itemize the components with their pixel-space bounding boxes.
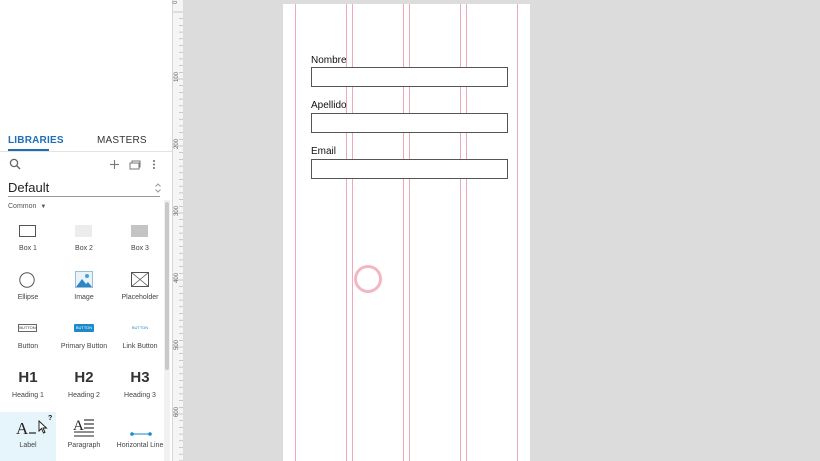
apellido-label: Apellido [311,100,347,111]
widget-label: Box 3 [131,245,149,252]
ruler-ticks [173,11,183,461]
widget-paragraph[interactable]: A Paragraph [56,412,112,461]
heading-3-icon: H3 [130,369,150,386]
widget-heading-1[interactable]: H1 Heading 1 [0,365,56,407]
widget-placeholder[interactable]: Placeholder [112,267,168,309]
button-icon: BUTTON [18,324,37,332]
widget-label: Heading 2 [68,392,100,399]
widget-label: Horizontal Line [116,442,164,449]
ruler-tick-label: 300 [174,205,180,216]
widget-label: Placeholder [121,294,159,301]
widget-box-2[interactable]: Box 2 [56,218,112,260]
primary-button-icon: BUTTON [74,324,94,332]
nombre-label: Nombre [311,55,347,66]
section-dropdown[interactable]: Common ▼ [8,203,46,210]
widget-label: Primary Button [60,343,108,350]
widget-button[interactable]: BUTTON Button [0,316,56,358]
link-button-icon: BUTTON [131,325,149,330]
widget-box-3[interactable]: Box 3 [112,218,168,260]
widget-label: Label [19,442,37,449]
select-arrows-icon[interactable] [154,181,162,193]
tab-masters[interactable]: MASTERS [97,135,147,146]
widget-label: Box 2 [75,245,93,252]
image-icon [75,271,93,288]
caret-down-icon: ▼ [40,204,47,210]
paragraph-icon: A [73,417,95,439]
search-icon[interactable] [9,157,21,170]
box-2-icon [75,225,92,237]
layout-grid-line [517,4,518,461]
box-1-icon [19,225,36,237]
library-select-underline [8,196,160,197]
mouse-pointer-icon [38,419,48,434]
ruler-tick-label: 500 [174,339,180,350]
widget-heading-2[interactable]: H2 Heading 2 [56,365,112,407]
nombre-input[interactable] [311,67,508,87]
widget-horizontal-line[interactable]: Horizontal Line [112,412,168,461]
widget-box-1[interactable]: Box 1 [0,218,56,260]
widget-label: Button [17,343,39,350]
widget-label: Heading 1 [12,392,44,399]
libraries-panel: LIBRARIES MASTERS Default Common ▼ Box 1… [0,0,172,461]
widget-primary-button[interactable]: BUTTON Primary Button [56,316,112,358]
help-cursor-mark: ? [48,415,53,422]
library-menu-icon[interactable] [129,157,141,170]
widget-link-button[interactable]: BUTTON Link Button [112,316,168,358]
widget-image[interactable]: Image [56,267,112,309]
ruler-label: 0 [173,0,183,12]
click-indicator [354,265,382,293]
page-artboard[interactable]: Nombre Apellido Email [283,4,530,461]
ruler-tick-label: 200 [174,138,180,149]
section-label: Common [8,203,37,210]
tabs-divider [0,151,172,152]
widget-label: Image [74,294,94,301]
ruler-tick-label: 600 [174,406,180,417]
apellido-input[interactable] [311,113,508,133]
add-library-icon[interactable] [109,157,120,169]
library-select[interactable]: Default [8,180,49,195]
email-label: Email [311,146,337,157]
layout-grid-line [295,4,296,461]
widget-label-item[interactable]: A Label ? [0,412,56,461]
heading-2-icon: H2 [74,369,94,386]
widget-label: Paragraph [67,442,101,449]
ruler-tick-label: 100 [174,71,180,82]
ruler-tick-label: 0 [173,0,179,4]
email-input[interactable] [311,159,508,179]
heading-1-icon: H1 [18,369,38,386]
widget-ellipse[interactable]: Ellipse [0,267,56,309]
box-3-icon [131,225,148,237]
widget-label: Box 1 [19,245,37,252]
ellipse-icon [19,272,35,288]
label-icon: A [16,417,38,438]
widget-heading-3[interactable]: H3 Heading 3 [112,365,168,407]
tab-libraries[interactable]: LIBRARIES [8,135,64,146]
svg-text:A: A [16,419,29,437]
widget-label: Ellipse [17,294,39,301]
more-options-icon[interactable] [151,157,157,169]
panel-scrollbar-thumb[interactable] [165,202,169,370]
widget-label: Link Button [122,343,158,350]
widget-label: Heading 3 [124,392,156,399]
horizontal-line-icon [130,424,152,436]
placeholder-icon [131,272,149,287]
ruler-tick-label: 400 [174,272,180,283]
